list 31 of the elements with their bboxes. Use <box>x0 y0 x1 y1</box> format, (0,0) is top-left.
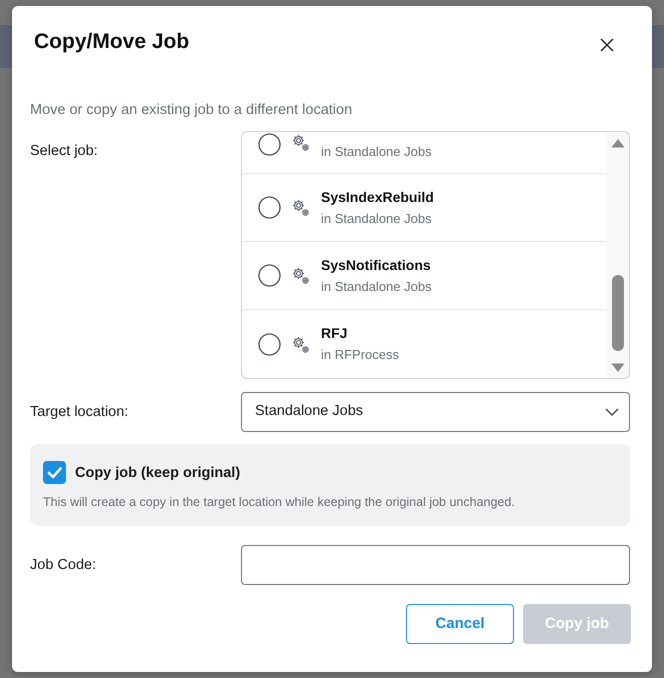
radio-button[interactable] <box>258 133 281 156</box>
gear-icon <box>292 267 309 284</box>
gear-icon <box>292 199 309 216</box>
scroll-up-icon[interactable] <box>610 138 624 148</box>
target-location-label: Target location: <box>30 403 130 422</box>
gear-icon <box>292 336 309 352</box>
job-name: RFJ <box>321 324 348 343</box>
checkbox[interactable] <box>43 461 66 484</box>
radio-button[interactable] <box>258 196 281 219</box>
job-location: in RFProcess <box>321 346 400 364</box>
copy-job-help-text: This will create a copy in the target location while keeping the original job unchanged. <box>43 494 516 511</box>
target-location-select[interactable]: Standalone Jobs <box>241 392 630 432</box>
radio-button[interactable] <box>258 332 281 356</box>
scrollbar-thumb[interactable] <box>612 275 624 351</box>
radio-button[interactable] <box>258 264 281 287</box>
select-job-label: Select job: <box>30 142 99 161</box>
job-location: in Standalone Jobs <box>321 278 432 296</box>
close-icon <box>600 38 614 52</box>
chevron-down-icon <box>605 408 619 416</box>
scroll-down-icon[interactable] <box>610 363 624 373</box>
job-name: SysNotifications <box>321 256 432 274</box>
dialog-description: Move or copy an existing job to a different location <box>30 101 354 120</box>
dialog-title: Copy/Move Job <box>34 29 190 55</box>
job-name: SysIndexRebuild <box>321 188 434 206</box>
job-code-input[interactable] <box>241 545 630 585</box>
job-location: in Standalone Jobs <box>321 210 433 228</box>
gear-icon <box>292 134 309 151</box>
job-code-label: Job Code: <box>30 556 98 575</box>
copy-job-label: Copy job (keep original) <box>75 464 240 482</box>
cancel-button[interactable]: Cancel <box>406 604 514 644</box>
job-location: in Standalone Jobs <box>321 143 432 161</box>
